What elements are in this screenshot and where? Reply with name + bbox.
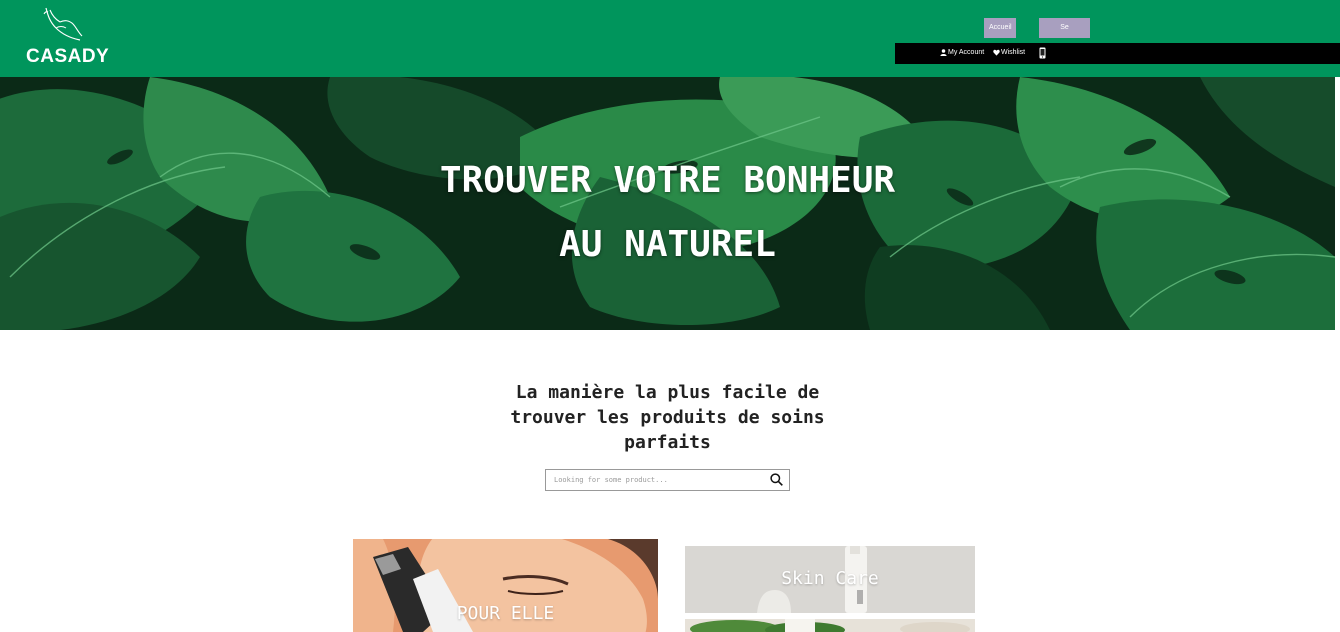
nav-login-button[interactable]: Se Connecter [1039,18,1090,51]
wishlist-label: Wishlist [1001,49,1026,56]
user-icon [940,49,947,56]
tagline-line-3: parfaits [624,432,711,453]
hero-title: TROUVER VOTRE BONHEUR AU NATUREL [0,149,1335,277]
category-label-pour-elle: POUR ELLE [456,603,555,624]
wishlist-link[interactable]: Wishlist [993,49,1025,56]
hand-logo-icon [43,7,83,41]
category-label-skin-care: Skin Care [781,568,879,589]
search-icon[interactable] [770,473,783,486]
category-card-skin-care[interactable]: Skin Care [685,546,975,613]
hero-title-line-2: AU NATUREL [559,224,776,265]
hero-banner: TROUVER VOTRE BONHEUR AU NATUREL [0,77,1335,330]
account-bar: My Account Wishlist [895,43,1340,64]
my-account-link[interactable]: My Account [940,49,984,56]
product-search-input[interactable] [554,473,759,487]
nav-home-button[interactable]: Accueil [984,18,1016,38]
my-account-label: My Account [948,49,985,56]
heart-icon [993,49,1000,56]
category-card-third[interactable] [685,619,975,632]
hero-title-line-1: TROUVER VOTRE BONHEUR [439,160,896,201]
tagline-line-1: La manière la plus facile de [515,382,820,403]
search-tagline: La manière la plus facile de trouver les… [470,380,865,455]
product-search-box [545,469,790,491]
tagline-line-2: trouver les produits de soins [510,407,825,428]
site-logo[interactable]: CASADY [24,6,110,70]
category-third-image [685,619,975,632]
phone-link[interactable] [1039,47,1046,59]
category-card-pour-elle[interactable]: POUR ELLE [353,539,658,632]
site-header: CASADY Accueil Se Connecter My Account W… [0,0,1340,77]
logo-text: CASADY [26,46,110,67]
phone-icon [1039,47,1046,59]
